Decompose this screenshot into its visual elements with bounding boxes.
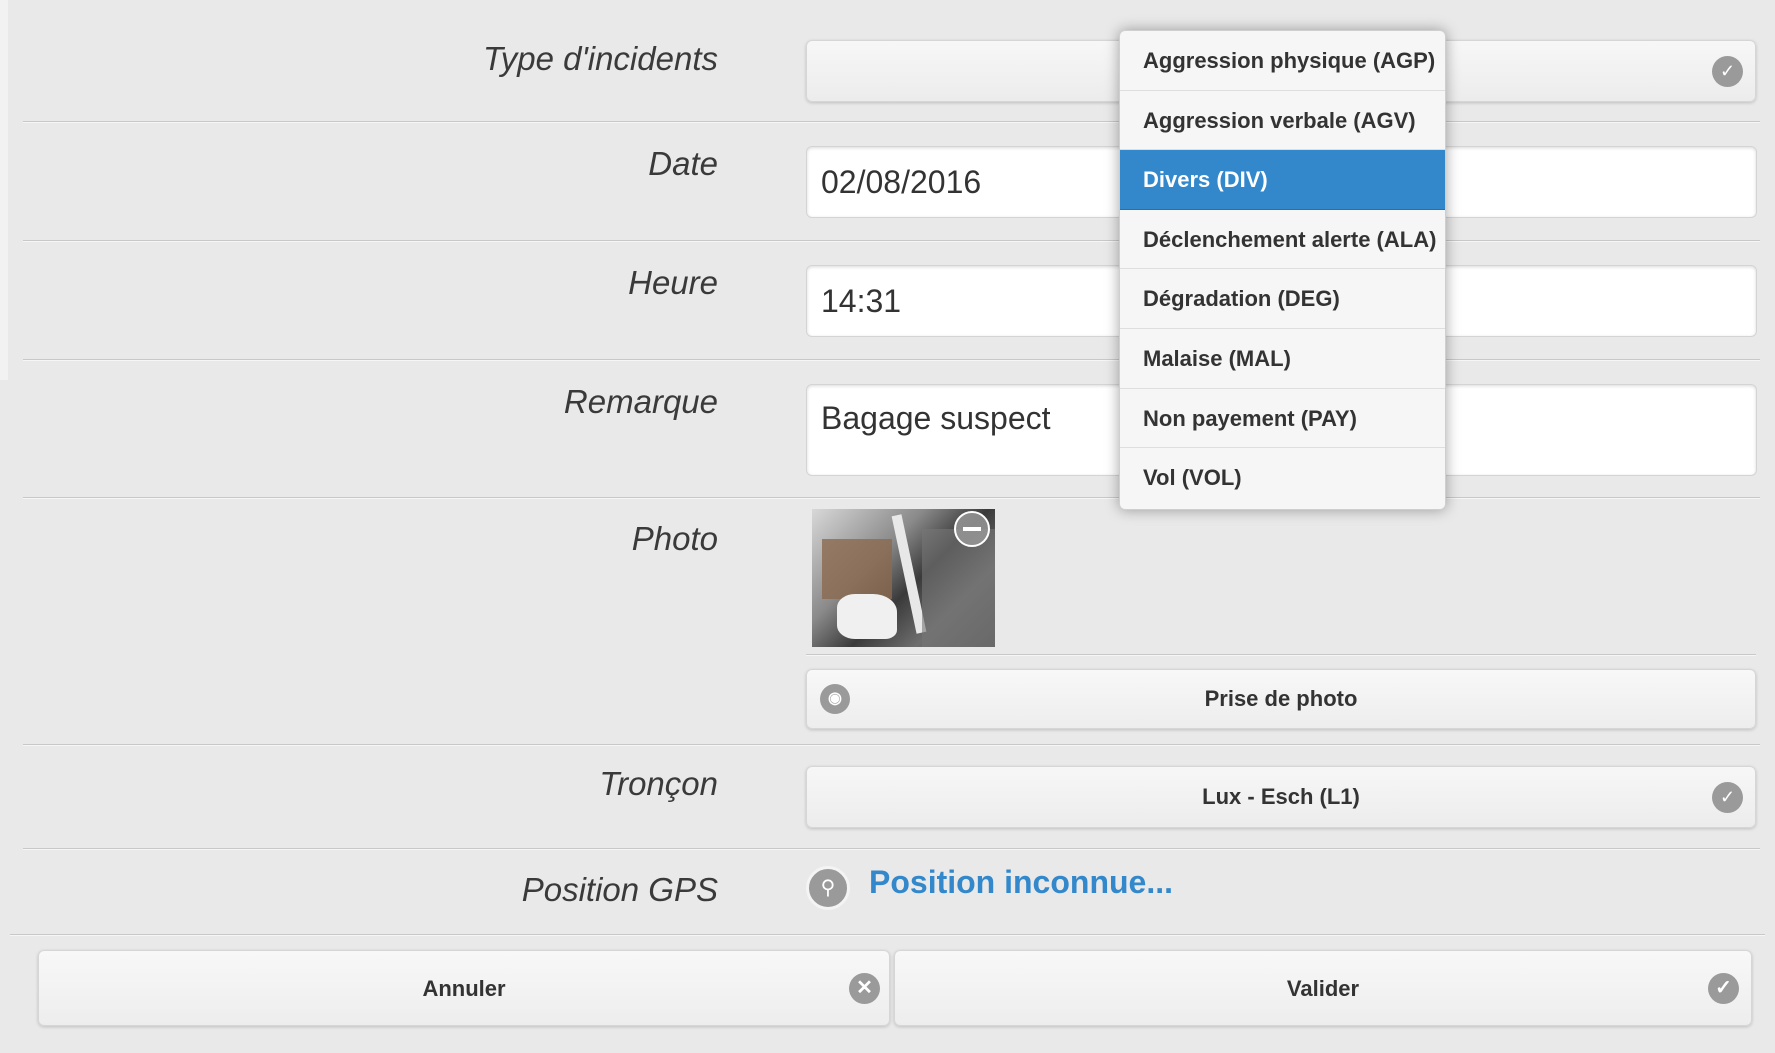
dropdown-option[interactable]: Aggression physique (AGP) [1120, 31, 1445, 91]
row-divider [23, 240, 1760, 242]
remove-photo-icon[interactable] [954, 511, 990, 547]
section-select[interactable]: Lux - Esch (L1) ✓ [806, 766, 1756, 828]
row-divider [23, 359, 1760, 361]
photo-detail [837, 594, 897, 639]
location-pin-icon: ⚲ [806, 866, 850, 910]
dropdown-option[interactable]: Non payement (PAY) [1120, 389, 1445, 449]
type-label: Type d'incidents [483, 40, 718, 77]
dropdown-option[interactable]: Aggression verbale (AGV) [1120, 91, 1445, 151]
dropdown-option[interactable]: Dégradation (DEG) [1120, 269, 1445, 329]
take-photo-label: Prise de photo [1204, 686, 1358, 711]
photo-detail [822, 539, 892, 599]
photo-label: Photo [631, 520, 718, 557]
gps-status-link[interactable]: Position inconnue... [869, 864, 1173, 901]
close-circle-icon: ✕ [849, 973, 880, 1004]
section-label: Tronçon [599, 765, 718, 802]
row-divider [23, 848, 1760, 850]
row-divider [23, 121, 1760, 123]
dropdown-option[interactable]: Vol (VOL) [1120, 448, 1445, 508]
section-value: Lux - Esch (L1) [1202, 784, 1360, 809]
date-label: Date [648, 145, 718, 182]
row-divider [10, 934, 1765, 936]
time-label: Heure [628, 264, 718, 301]
chevron-down-icon: ✓ [1712, 56, 1743, 87]
row-divider [23, 744, 1760, 746]
incident-type-dropdown: Aggression physique (AGP) Aggression ver… [1119, 30, 1446, 510]
take-photo-button[interactable]: ◉ Prise de photo [806, 669, 1756, 729]
gps-label: Position GPS [521, 871, 718, 908]
incident-form-page: Type d'incidents ✓ Date 02/08/2016 Heure… [0, 0, 1775, 1053]
cancel-button[interactable]: Annuler ✕ [38, 950, 890, 1026]
camera-icon: ◉ [820, 684, 850, 714]
check-circle-icon: ✓ [1708, 973, 1739, 1004]
window-edge [0, 0, 8, 380]
cancel-label: Annuler [422, 976, 506, 1001]
submit-button[interactable]: Valider ✓ [894, 950, 1752, 1026]
submit-label: Valider [1286, 976, 1360, 1001]
row-divider [23, 497, 1760, 499]
chevron-down-icon: ✓ [1712, 782, 1743, 813]
photo-detail [922, 529, 995, 647]
remark-label: Remarque [563, 383, 718, 420]
photo-divider [806, 654, 1756, 656]
dropdown-option[interactable]: Déclenchement alerte (ALA) [1120, 210, 1445, 270]
dropdown-option[interactable]: Malaise (MAL) [1120, 329, 1445, 389]
dropdown-option-selected[interactable]: Divers (DIV) [1120, 150, 1445, 210]
